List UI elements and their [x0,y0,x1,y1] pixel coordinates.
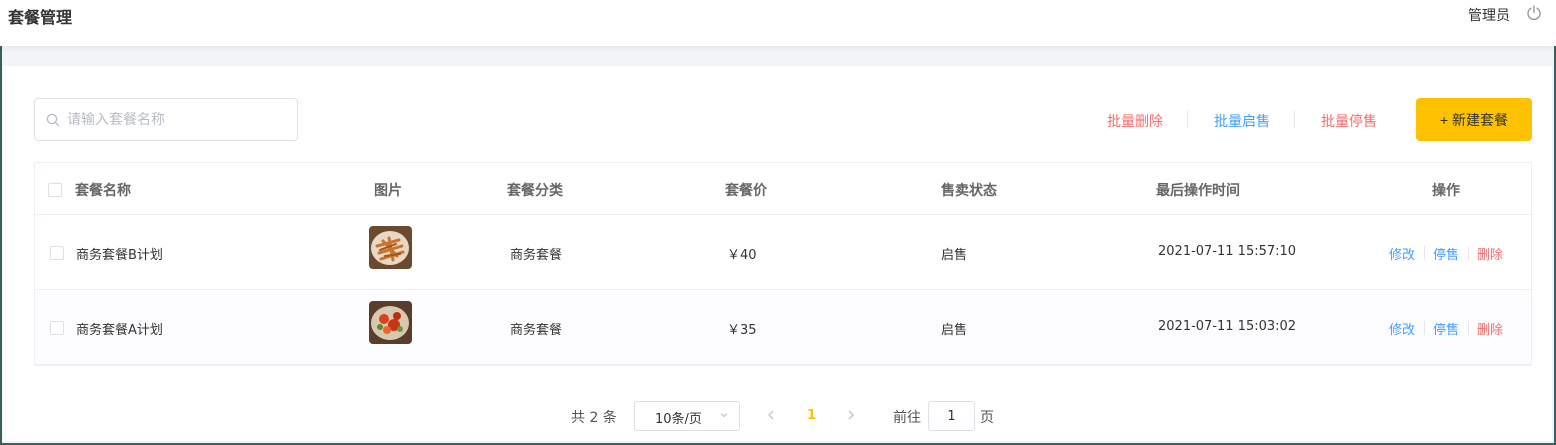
search-box[interactable] [34,98,298,141]
toolbar-divider [1187,110,1188,128]
search-input[interactable] [67,111,267,128]
top-bar: 套餐管理 管理员 [0,0,1556,46]
table-header: 套餐名称 图片 套餐分类 套餐价 售卖状态 最后操作时间 操作 [35,163,1531,215]
user-name[interactable]: 管理员 [1468,5,1510,25]
delete-button[interactable]: 删除 [1477,244,1503,263]
combo-price: ￥40 [727,248,757,263]
combo-category: 商务套餐 [510,323,563,338]
row-checkbox[interactable] [50,321,64,335]
column-header: 操作 [1432,183,1460,199]
main-card: 批量删除 批量启售 批量停售 + 新建套餐 套餐名称 图片 套餐分类 套餐价 售… [3,66,1552,441]
goto-label: 前往 [893,410,921,426]
column-header: 最后操作时间 [1156,183,1240,199]
combo-updated-time: 2021-07-11 15:03:02 [1158,319,1297,334]
combo-status: 启售 [941,248,968,263]
chevron-down-icon [720,413,728,418]
select-all-checkbox[interactable] [48,183,62,197]
page-title: 套餐管理 [8,8,73,27]
column-header: 售卖状态 [941,183,997,199]
row-checkbox[interactable] [50,246,64,260]
page-size-select[interactable]: 10条/页 [634,401,740,431]
delete-button[interactable]: 删除 [1477,319,1503,338]
chevron-right-icon[interactable] [846,409,856,421]
edit-button[interactable]: 修改 [1389,319,1415,338]
batch-delete-button[interactable]: 批量删除 [1107,111,1163,131]
combo-table: 套餐名称 图片 套餐分类 套餐价 售卖状态 最后操作时间 操作 商务套餐B计划 … [34,162,1532,366]
disable-sale-button[interactable]: 停售 [1433,244,1459,263]
batch-enable-button[interactable]: 批量启售 [1214,111,1270,131]
pagination-total: 共 2 条 [571,410,617,426]
combo-name: 商务套餐B计划 [76,248,163,263]
column-header: 套餐名称 [75,183,131,199]
search-icon [46,113,60,126]
table-row: 商务套餐A计划 商务套餐 ￥35 启售 2021-07-11 15:03:02 … [35,290,1531,365]
action-divider [1468,246,1469,260]
chevron-left-icon[interactable] [766,409,776,421]
action-divider [1468,321,1469,335]
column-header: 套餐分类 [507,183,563,199]
new-combo-button[interactable]: + 新建套餐 [1416,98,1532,141]
column-header: 图片 [374,183,402,199]
table-row: 商务套餐B计划 商务套餐 ￥40 启售 2021-07-11 15:57:10 … [35,215,1531,290]
column-header: 套餐价 [725,183,767,199]
toolbar-divider [1294,110,1295,128]
page-size-value: 10条/页 [655,412,702,427]
combo-updated-time: 2021-07-11 15:57:10 [1158,244,1297,259]
page-suffix-label: 页 [980,410,994,426]
power-icon[interactable] [1526,5,1542,21]
combo-status: 启售 [941,323,968,338]
page-number-current[interactable]: 1 [807,408,816,438]
edit-button[interactable]: 修改 [1389,244,1415,263]
combo-category: 商务套餐 [510,248,563,263]
action-divider [1424,321,1425,335]
batch-disable-button[interactable]: 批量停售 [1321,111,1377,131]
combo-name: 商务套餐A计划 [76,323,163,338]
combo-price: ￥35 [727,323,757,338]
combo-image [369,301,412,344]
action-divider [1424,246,1425,260]
disable-sale-button[interactable]: 停售 [1433,319,1459,338]
combo-image [369,226,412,269]
goto-page-input[interactable] [928,401,975,431]
